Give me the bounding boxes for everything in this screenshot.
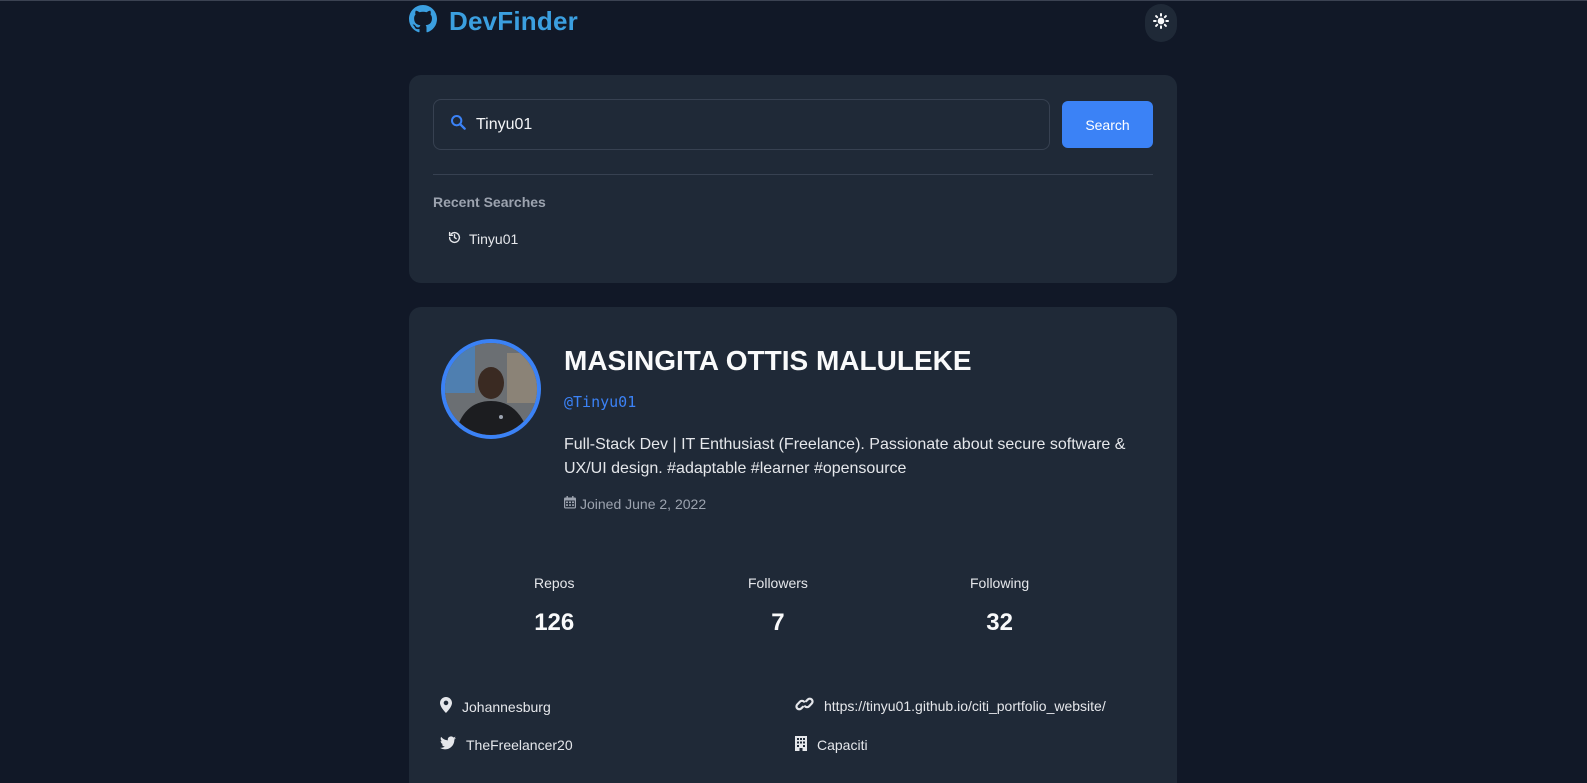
divider: [433, 174, 1153, 175]
header: DevFinder: [409, 1, 1177, 42]
stat-repos: Repos 126: [534, 575, 574, 637]
search-field[interactable]: [433, 99, 1050, 150]
stat-followers-value: 7: [771, 609, 785, 636]
stat-followers: Followers 7: [748, 575, 808, 637]
profile-name: MASINGITA OTTIS MALULEKE: [564, 345, 972, 376]
app-title: DevFinder: [449, 6, 578, 36]
profile-bio: Full-Stack Dev | IT Enthusiast (Freelanc…: [564, 436, 1126, 477]
twitter-icon: [440, 736, 456, 753]
stat-following-label: Following: [970, 575, 1030, 591]
location-info: Johannesburg: [440, 697, 551, 716]
link-icon: [795, 697, 814, 714]
recent-search-label: Tinyu01: [469, 231, 519, 247]
company-text: Capaciti: [817, 737, 868, 753]
sun-icon: [1153, 12, 1169, 34]
profile-card: MASINGITA OTTIS MALULEKE @Tinyu01 Full-S…: [409, 307, 1177, 783]
map-pin-icon: [440, 697, 452, 716]
joined-text: Joined June 2, 2022: [580, 496, 707, 512]
calendar-icon: [564, 496, 576, 512]
stat-following-value: 32: [986, 609, 1013, 636]
github-icon: [409, 5, 437, 38]
location-text: Johannesburg: [462, 698, 551, 715]
recent-search-item[interactable]: Tinyu01: [448, 231, 1153, 247]
website-info[interactable]: https://tinyu01.github.io/citi_portfolio…: [795, 697, 1106, 714]
search-row: Search: [433, 99, 1153, 150]
search-input[interactable]: [476, 115, 1016, 134]
search-button[interactable]: Search: [1062, 101, 1153, 148]
stat-followers-label: Followers: [748, 575, 808, 591]
logo[interactable]: DevFinder: [409, 5, 578, 38]
stat-repos-value: 126: [534, 609, 575, 636]
avatar: [441, 339, 541, 439]
stat-following: Following 32: [970, 575, 1029, 637]
search-icon: [450, 114, 466, 135]
twitter-info[interactable]: TheFreelancer20: [440, 736, 573, 753]
profile-handle-link[interactable]: @Tinyu01: [564, 393, 636, 411]
theme-toggle-button[interactable]: [1145, 4, 1177, 42]
recent-searches-title: Recent Searches: [433, 194, 546, 210]
building-icon: [795, 736, 807, 754]
stat-repos-label: Repos: [534, 575, 575, 591]
twitter-link[interactable]: TheFreelancer20: [466, 737, 573, 753]
website-link[interactable]: https://tinyu01.github.io/citi_portfolio…: [824, 698, 1106, 714]
search-card: Search Recent Searches Tinyu01: [409, 75, 1177, 283]
app-container: DevFinder Tinyu01 Search Recent Searches…: [409, 1, 1177, 783]
joined-date: Joined June 2, 2022: [564, 496, 706, 512]
company-info: Capaciti: [795, 736, 868, 754]
history-icon: [448, 231, 461, 247]
